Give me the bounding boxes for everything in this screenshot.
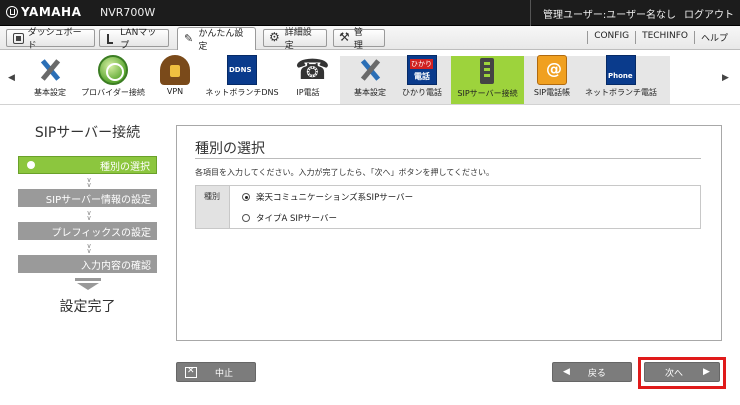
yamaha-logo: YAMAHA xyxy=(6,5,81,19)
step-type-selection: 種別の選択 xyxy=(18,156,157,174)
step-label: 種別の選択 xyxy=(100,161,150,173)
instruction-text: 各項目を入力してください。入力が完了したら、「次へ」ボタンを押してください。 xyxy=(195,168,495,177)
top-bar: YAMAHA NVR700W 管理ユーザー:ユーザー名なし ログアウト xyxy=(0,0,740,26)
tab-label: ダッシュボード xyxy=(27,28,82,51)
type-selection-table: 種別 楽天コミュニケーションズ系SIPサーバー タイプA SIPサーバー xyxy=(195,185,701,229)
arrow-down-icon xyxy=(75,278,101,290)
tool-label: VPN xyxy=(166,87,184,96)
tool-hikari-phone[interactable]: ひかり 電話 xyxy=(398,55,446,105)
wrench-icon xyxy=(339,30,350,44)
title-divider xyxy=(195,158,701,159)
option-label: 楽天コミュニケーションズ系SIPサーバー xyxy=(256,193,414,203)
header-divider xyxy=(530,0,532,26)
dashboard-icon xyxy=(13,32,24,44)
phone-icon xyxy=(293,53,330,86)
chevron-down-icon: ∨ ∨ xyxy=(86,176,92,189)
step-complete: 設定完了 xyxy=(59,299,116,315)
tool-basic-settings[interactable]: 基本設定 xyxy=(30,55,70,105)
tool-sip-phonebook[interactable]: SIP電話帳 xyxy=(530,55,574,105)
vpn-icon xyxy=(160,55,190,85)
radio-rakuten-sip[interactable] xyxy=(242,193,250,201)
back-button[interactable]: ◀ 戻る xyxy=(552,362,632,382)
next-arrow-icon: ▶ xyxy=(703,367,710,377)
help-link[interactable]: ヘルプ xyxy=(693,31,734,44)
toolbar-next-arrow[interactable]: ▶ xyxy=(722,73,729,83)
config-link[interactable]: CONFIG xyxy=(587,31,635,44)
ddns-icon xyxy=(227,55,257,85)
step-prefix-settings: プレフィックスの設定 xyxy=(18,222,157,240)
step-label: SIPサーバー情報の設定 xyxy=(45,194,151,206)
tool-label: IP電話 xyxy=(296,88,320,97)
tool-phone-basic-settings[interactable]: 基本設定 xyxy=(350,55,390,105)
option-label: タイプA SIPサーバー xyxy=(256,214,337,224)
tool-label: SIP電話帳 xyxy=(533,88,571,97)
tab-label: 詳細設定 xyxy=(284,28,312,51)
logout-link[interactable]: ログアウト xyxy=(684,6,734,21)
tab-management[interactable]: 管 理 xyxy=(333,28,385,51)
address-book-icon xyxy=(537,55,567,85)
techinfo-link[interactable]: TECHINFO xyxy=(635,31,694,44)
step-sip-server-info: SIPサーバー情報の設定 xyxy=(18,189,157,207)
current-step-icon xyxy=(27,161,35,169)
tab-dashboard[interactable]: ダッシュボード xyxy=(6,28,95,51)
tools-icon xyxy=(355,55,385,85)
tab-lan-map[interactable]: LANマップ xyxy=(99,28,169,51)
section-title: 種別の選択 xyxy=(195,141,265,157)
button-label: 中止 xyxy=(215,368,234,379)
cancel-button[interactable]: 中止 xyxy=(176,362,256,382)
yamaha-mark-icon xyxy=(6,6,18,18)
tool-label: ネットボランチDNS xyxy=(205,88,279,97)
tool-netvolante-phone[interactable]: ネットボランチ電話 xyxy=(582,55,660,105)
gear-icon xyxy=(269,30,281,44)
lan-map-icon xyxy=(106,33,116,44)
tool-provider-connection[interactable]: プロバイダー接続 xyxy=(78,55,148,105)
option-type-a-sip[interactable]: タイプA SIPサーバー xyxy=(242,212,337,224)
tool-label: ネットボランチ電話 xyxy=(585,88,657,97)
tool-label: 基本設定 xyxy=(354,88,386,97)
step-label: プレフィックスの設定 xyxy=(51,227,152,239)
model-name: NVR700W xyxy=(100,6,156,19)
tab-easy-setup[interactable]: かんたん設定 xyxy=(177,27,256,52)
sip-server-icon xyxy=(473,56,503,86)
button-label: 戻る xyxy=(587,368,606,379)
chevron-down-icon: ∨ ∨ xyxy=(86,242,92,255)
tab-label: かんたん設定 xyxy=(198,29,244,52)
tab-advanced-settings[interactable]: 詳細設定 xyxy=(263,28,327,51)
tools-icon xyxy=(35,55,65,85)
hikari-phone-icon xyxy=(407,55,437,85)
next-button[interactable]: 次へ ▶ xyxy=(644,362,720,382)
chevron-down-icon: ∨ ∨ xyxy=(86,209,92,222)
user-label: 管理ユーザー:ユーザー名なし xyxy=(543,9,676,21)
cancel-icon xyxy=(185,366,197,378)
button-label: 次へ xyxy=(665,368,684,379)
radio-type-a-sip[interactable] xyxy=(242,214,250,222)
wizard-icon xyxy=(184,32,194,45)
tool-label: SIPサーバー接続 xyxy=(457,89,518,98)
toolbar-prev-arrow[interactable]: ◀ xyxy=(8,73,15,83)
function-toolbar: ◀ 基本設定 プロバイダー接続 VPN ネットボランチDNS IP電話 基本設定… xyxy=(0,51,740,105)
main-tab-bar: ダッシュボード LANマップ かんたん設定 詳細設定 管 理 CONFIG TE… xyxy=(0,26,740,52)
tool-sip-server-connection[interactable]: SIPサーバー接続 xyxy=(451,56,524,104)
tab-label: LANマップ xyxy=(120,28,157,51)
field-label-type: 種別 xyxy=(196,186,230,228)
tab-label: 管 理 xyxy=(353,28,372,51)
tool-ip-phone[interactable]: IP電話 xyxy=(288,53,330,105)
tool-label: 基本設定 xyxy=(34,88,66,97)
brand-name: YAMAHA xyxy=(21,5,82,19)
option-rakuten-sip[interactable]: 楽天コミュニケーションズ系SIPサーバー xyxy=(242,191,413,203)
net-phone-icon xyxy=(606,55,636,85)
step-confirm-input: 入力内容の確認 xyxy=(18,255,157,273)
tool-netvolante-dns[interactable]: ネットボランチDNS xyxy=(203,55,281,105)
tool-label: プロバイダー接続 xyxy=(81,88,145,97)
tool-vpn[interactable]: VPN xyxy=(158,55,192,105)
step-label: 入力内容の確認 xyxy=(81,260,151,272)
wizard-title: SIPサーバー接続 xyxy=(34,125,141,141)
content-panel: 種別の選択 各項目を入力してください。入力が完了したら、「次へ」ボタンを押してく… xyxy=(176,125,722,341)
tool-label: ひかり電話 xyxy=(402,88,442,97)
back-arrow-icon: ◀ xyxy=(563,367,570,377)
globe-icon xyxy=(98,55,128,85)
